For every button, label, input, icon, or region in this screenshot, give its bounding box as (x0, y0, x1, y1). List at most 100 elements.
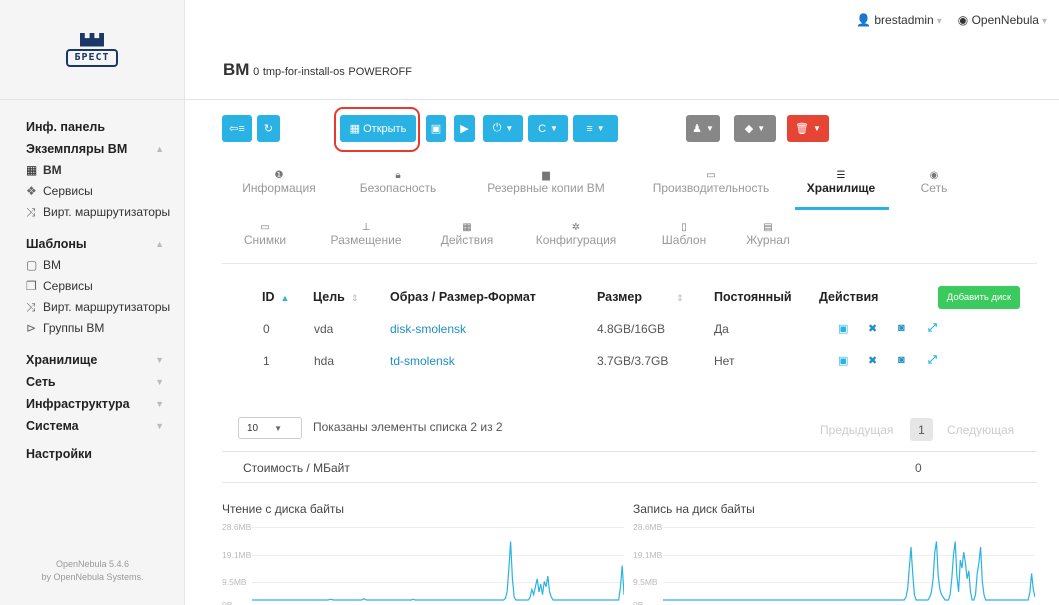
tab-backups[interactable]: ▆ Резервные копии ВМ (479, 169, 613, 195)
labels-button[interactable]: ◆ ▼ (734, 115, 776, 142)
caret-down-icon: ▼ (705, 124, 714, 133)
sidebar-item-dashboard[interactable]: Инф. панель (26, 116, 184, 138)
back-button[interactable]: ⇦≡ (222, 115, 252, 142)
zone-dropdown[interactable]: ◉ OpenNebula ▾ (958, 13, 1047, 27)
sidebar-group-system[interactable]: Система ▼ (26, 415, 184, 437)
disk-target: vda (314, 322, 334, 336)
sidebar-group-network[interactable]: Сеть ▼ (26, 371, 184, 393)
close-icon[interactable]: ✖ (868, 322, 877, 335)
prev-page-button[interactable]: Предыдущая (820, 423, 893, 437)
tab-actions[interactable]: ▦ Действия (434, 221, 500, 247)
sidebar-item-label: ВМ (43, 258, 61, 272)
owner-button[interactable]: ♟ ▼ (686, 115, 720, 142)
sidebar-item-label: Сервисы (43, 184, 93, 198)
tab-label: Безопасность (359, 181, 437, 195)
play-button[interactable]: ▶ (454, 115, 475, 142)
tab-configuration[interactable]: ✲ Конфигурация (529, 221, 623, 247)
cost-row: Стоимость / МБайт 0 (222, 451, 1037, 483)
file-icon: ▯ (681, 222, 687, 233)
tab-storage[interactable]: ☰ Хранилище (799, 169, 883, 195)
tab-snapshots[interactable]: ▭ Снимки (242, 221, 288, 247)
disk-persistent: Нет (714, 354, 735, 368)
sidebar-item-vm-groups[interactable]: ⊳ Группы ВМ (26, 318, 184, 339)
user-dropdown[interactable]: 👤 brestadmin ▾ (856, 13, 942, 27)
delete-button[interactable]: 🗑 ▼ (787, 115, 829, 142)
disk-image-link[interactable]: td-smolensk (390, 354, 455, 368)
calendar-icon: ▦ (462, 222, 472, 233)
next-page-button[interactable]: Следующая (947, 423, 1014, 437)
camera-icon[interactable]: ◙ (898, 322, 905, 334)
page-size-select[interactable]: 10 ▼ (238, 417, 302, 439)
sidebar-item-label: Шаблоны (26, 237, 87, 251)
chevron-up-icon: ▲ (155, 144, 164, 154)
version-info: OpenNebula 5.4.6 by OpenNebula Systems. (0, 558, 185, 584)
add-disk-button[interactable]: Добавить диск (938, 286, 1020, 309)
sidebar-item-services[interactable]: ❖ Сервисы (26, 181, 184, 202)
th-icon: ▦ (26, 163, 38, 177)
folder-open-icon: ⊳ (26, 321, 37, 335)
tab-label: Действия (440, 233, 494, 247)
sidebar-group-storage[interactable]: Хранилище ▼ (26, 349, 184, 371)
power-button[interactable]: ⏻ ▼ (483, 115, 523, 142)
sidebar-group-instances[interactable]: Экземпляры ВМ ▲ (26, 138, 184, 160)
column-header-image[interactable]: Образ / Размер-Формат (390, 290, 536, 304)
tab-log[interactable]: ▤ Журнал (741, 221, 795, 247)
column-header-size[interactable]: Размер ⇕ (597, 290, 684, 304)
column-header-target[interactable]: Цель ⇕ (313, 290, 358, 304)
caret-down-icon: ▼ (813, 124, 821, 133)
sidebar-group-infrastructure[interactable]: Инфраструктура ▼ (26, 393, 184, 415)
sidebar-item-tpl-vms[interactable]: ▢ ВМ (26, 255, 184, 276)
list-icon: ≡ (586, 122, 593, 135)
sidebar-item-tpl-vrouters[interactable]: ⤨ Вирт. маршрутизаторы (26, 297, 184, 318)
save-icon[interactable]: ▣ (838, 354, 848, 367)
tab-label: Шаблон (661, 233, 707, 247)
file-o-icon: ▢ (26, 258, 38, 272)
sidebar-item-settings[interactable]: Настройки (26, 443, 184, 465)
column-label: Образ / Размер-Формат (390, 290, 536, 304)
brest-logo[interactable]: БРЕСТ (66, 32, 118, 67)
close-icon[interactable]: ✖ (868, 354, 877, 367)
disk-image-link[interactable]: disk-smolensk (390, 322, 466, 336)
y-tick-label: 28.6MB (222, 522, 252, 532)
tab-placement[interactable]: ⊥ Размещение (326, 221, 406, 247)
user-menu: 👤 brestadmin ▾ ◉ OpenNebula ▾ (856, 13, 1047, 27)
save-as-template-button[interactable]: ▣ (426, 115, 446, 142)
expand-icon[interactable]: ⤢ (928, 354, 937, 367)
sidebar-item-label: Система (26, 419, 79, 433)
sitemap-icon: ⊥ (361, 222, 371, 233)
column-header-id[interactable]: ID ▲ (262, 290, 289, 304)
tag-icon: ◆ (744, 123, 754, 135)
sidebar-item-tpl-services[interactable]: ❐ Сервисы (26, 276, 184, 297)
refresh-button[interactable]: ↻ (257, 115, 280, 142)
back-list-icon: ⇦≡ (229, 123, 245, 135)
tab-capacity[interactable]: ▭ Производительность (646, 169, 776, 195)
reboot-button[interactable]: C ▼ (528, 115, 568, 142)
sidebar-group-templates[interactable]: Шаблоны ▲ (26, 233, 184, 255)
laptop-icon: ▭ (260, 222, 270, 233)
expand-icon[interactable]: ⤢ (928, 322, 937, 335)
y-tick-label: 9.5MB (633, 577, 658, 587)
save-icon[interactable]: ▣ (838, 322, 848, 335)
tab-info[interactable]: ❶ Информация (242, 169, 316, 195)
table-row[interactable]: 1 hda td-smolensk 3.7GB/3.7GB Нет ▣ ✖ ◙ … (222, 352, 1037, 372)
tab-label: Размещение (330, 233, 402, 247)
column-header-persistent[interactable]: Постоянный (714, 290, 792, 304)
column-label: Постоянный (714, 290, 792, 304)
tab-network[interactable]: ◉ Сеть (914, 169, 954, 195)
sidebar-nav: Инф. панель Экземпляры ВМ ▲ ▦ ВМ ❖ Сервисы … (0, 100, 184, 465)
sidebar-item-vms[interactable]: ▦ ВМ (26, 160, 184, 181)
sort-icon: ⇕ (676, 293, 684, 303)
tab-security[interactable]: 🔒︎ Безопасность (356, 169, 440, 195)
series-line (663, 541, 1035, 601)
list-actions-button[interactable]: ≡ ▼ (573, 115, 618, 142)
sidebar-item-vrouters[interactable]: ⤨ Вирт. маршрутизаторы (26, 202, 184, 223)
caret-down-icon: ▼ (596, 124, 605, 133)
camera-icon[interactable]: ◙ (898, 354, 905, 366)
table-row[interactable]: 0 vda disk-smolensk 4.8GB/16GB Да ▣ ✖ ◙ … (222, 320, 1037, 340)
open-button-highlight (334, 107, 420, 152)
username: brestadmin (874, 13, 934, 27)
current-page[interactable]: 1 (910, 418, 933, 441)
chevron-down-icon: ▾ (936, 16, 942, 27)
zone-name: OpenNebula (971, 13, 1039, 27)
tab-template[interactable]: ▯ Шаблон (656, 221, 712, 247)
